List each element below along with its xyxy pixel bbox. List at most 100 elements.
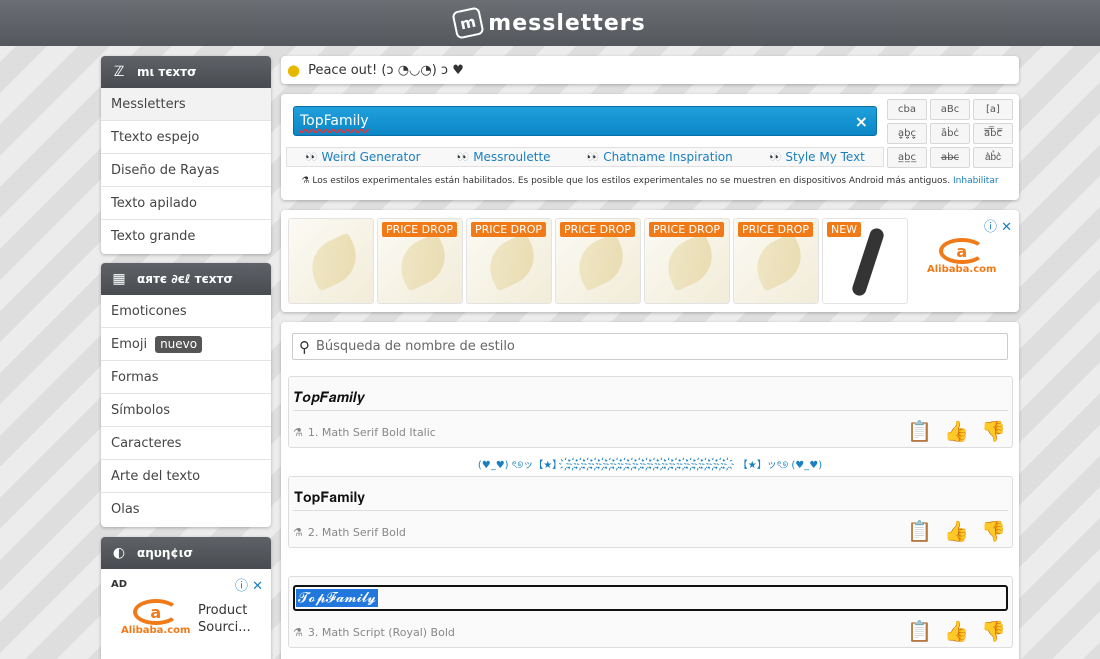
link-style-my-text[interactable]: 👀 Style My Text xyxy=(769,150,865,164)
sidebar-panel-mi-texto: ℤmι тєxтσ Messletters Ttexto espejo Dise… xyxy=(101,56,271,254)
thumbs-up-icon[interactable]: 👍 xyxy=(944,419,969,443)
sidebar-item-formas[interactable]: Formas xyxy=(101,361,271,394)
message-bar: ● Peace out! (ↄ ◔◡◔) ↄ ♥ xyxy=(281,56,1019,84)
ad-product[interactable]: PRICE DROP xyxy=(644,218,730,304)
result-text-selected[interactable]: 𝓣𝓸𝓹𝓕𝓪𝓶𝓲𝓵𝔂 xyxy=(293,585,1008,611)
new-badge: NEW xyxy=(827,222,862,237)
input-value: TopFamily xyxy=(300,113,369,129)
sidebar-item-apilado[interactable]: Texto apilado xyxy=(101,187,271,220)
alibaba-wordmark: Alibaba.com xyxy=(927,264,997,275)
result-text[interactable]: 𝑻𝒐𝒑𝑭𝒂𝒎𝒊𝒍𝒚 xyxy=(293,385,1008,411)
price-drop-badge: PRICE DROP xyxy=(738,222,814,237)
ad-product[interactable]: PRICE DROP xyxy=(377,218,463,304)
toggle-dots-below[interactable]: a̤̥b̤̥c̤̥ xyxy=(887,123,927,144)
sidebar-item-messletters[interactable]: Messletters xyxy=(101,88,271,121)
alibaba-logo[interactable]: a Alibaba.com xyxy=(121,599,190,636)
link-messroulette[interactable]: 👀 Messroulette xyxy=(457,150,551,164)
sidebar-item-texto-espejo[interactable]: Ttexto espejo xyxy=(101,121,271,154)
ad-product[interactable]: NEW xyxy=(822,218,908,304)
link-label: Weird Generator xyxy=(321,150,421,164)
result-footer: ⚗ 2. Math Serif Bold xyxy=(293,517,1008,547)
style-name: 2. Math Serif Bold xyxy=(307,525,406,539)
selected-text: 𝓣𝓸𝓹𝓕𝓪𝓶𝓲𝓵𝔂 xyxy=(296,589,378,607)
toggle-underline[interactable]: a̲b̲c̲ xyxy=(887,147,927,168)
thumbs-down-icon[interactable]: 👎 xyxy=(981,619,1006,643)
thumbs-down-icon[interactable]: 👎 xyxy=(981,419,1006,443)
result-actions: 📋 👍 👎 xyxy=(907,619,1006,643)
site-logo[interactable]: m messletters xyxy=(451,6,646,40)
ad-product[interactable]: PRICE DROP xyxy=(466,218,552,304)
utensil-image xyxy=(850,226,886,298)
generator-links: 👀 Weird Generator 👀 Messroulette 👀 Chatname… xyxy=(286,147,884,167)
lightbulb-icon: ● xyxy=(287,61,301,79)
toggle-wave[interactable]: a͛b͛c͛ xyxy=(973,147,1013,168)
utensil-image xyxy=(569,232,633,292)
toggle-brackets[interactable]: [a] xyxy=(973,99,1013,120)
copy-icon[interactable]: 📋 xyxy=(907,619,932,643)
top-bar: m messletters xyxy=(0,0,1100,46)
site-name: messletters xyxy=(488,10,646,36)
utensil-image xyxy=(747,232,811,292)
utensil-image xyxy=(658,232,722,292)
ad-product[interactable]: PRICE DROP xyxy=(733,218,819,304)
experimental-note: ⚗ Los estilos experimentales están habil… xyxy=(281,176,1019,186)
alibaba-logo[interactable]: a Alibaba.com xyxy=(927,238,996,275)
sidebar-item-grande[interactable]: Texto grande xyxy=(101,220,271,253)
result-text[interactable]: 𝐓𝐨𝐩𝐅𝐚𝐦𝐢𝐥𝐲 xyxy=(293,485,1008,511)
search-placeholder: Búsqueda de nombre de estilo xyxy=(316,339,515,354)
result-card: 𝓣𝓸𝓹𝓕𝓪𝓶𝓲𝓵𝔂 ⚗ 3. Math Script (Royal) Bold 📋… xyxy=(288,576,1013,648)
ad-text[interactable]: Product Sourci... xyxy=(198,602,262,636)
ad-product[interactable] xyxy=(288,218,374,304)
sidebar-header: ℤmι тєxтσ xyxy=(101,56,271,88)
eyes-icon: 👀 xyxy=(768,151,782,163)
link-label: Messroulette xyxy=(473,150,551,164)
utensil-image xyxy=(302,232,366,292)
sidebar-title: αηυη¢ισ xyxy=(137,546,193,560)
flask-icon: ⚗ xyxy=(293,625,303,639)
result-footer: ⚗ 1. Math Serif Bold Italic xyxy=(293,417,1008,447)
eyes-icon: 👀 xyxy=(586,151,600,163)
result-card: 𝑻𝒐𝒑𝑭𝒂𝒎𝒊𝒍𝒚 ⚗ 1. Math Serif Bold Italic 📋 👍 👎 xyxy=(288,376,1013,448)
style-search-input[interactable]: ⚲ Búsqueda de nombre de estilo xyxy=(292,333,1008,360)
sidebar-item-caracteres[interactable]: Caracteres xyxy=(101,427,271,460)
sidebar-item-emoticones[interactable]: Emoticones xyxy=(101,295,271,328)
utensil-image xyxy=(391,232,455,292)
sidebar-item-emoji[interactable]: Emoji nuevo xyxy=(101,328,271,361)
grid-icon: ▦ xyxy=(112,271,126,287)
toggle-dots-above[interactable]: ȁḃċ xyxy=(930,123,970,144)
toggle-reverse[interactable]: cba xyxy=(887,99,927,120)
ad-controls[interactable]: ⓘ ✕ xyxy=(984,216,1012,235)
text-input[interactable]: TopFamily × xyxy=(293,106,877,136)
link-weird-generator[interactable]: 👀 Weird Generator xyxy=(305,150,420,164)
price-drop-badge: PRICE DROP xyxy=(471,222,547,237)
ad-product[interactable]: PRICE DROP xyxy=(555,218,641,304)
sidebar-title: mι тєxтσ xyxy=(137,65,197,79)
disable-link[interactable]: Inhabilitar xyxy=(953,176,999,186)
toggle-alternate-case[interactable]: aBc xyxy=(930,99,970,120)
sidebar-item-rayas[interactable]: Diseño de Rayas xyxy=(101,154,271,187)
copy-icon[interactable]: 📋 xyxy=(907,519,932,543)
style-name: 3. Math Script (Royal) Bold xyxy=(307,625,455,639)
flask-icon: ⚗ xyxy=(301,176,310,186)
m-logo-icon: m xyxy=(451,6,485,40)
sidebar-item-simbolos[interactable]: Símbolos xyxy=(101,394,271,427)
clear-icon[interactable]: × xyxy=(855,112,868,131)
result-actions: 📋 👍 👎 xyxy=(907,419,1006,443)
toggle-overline[interactable]: a̿b̿c̿ xyxy=(973,123,1013,144)
flask-icon: ⚗ xyxy=(293,425,303,439)
result-card: 𝐓𝐨𝐩𝐅𝐚𝐦𝐢𝐥𝐲 ⚗ 2. Math Serif Bold 📋 👍 👎 xyxy=(288,476,1013,548)
results-panel: ⚲ Búsqueda de nombre de estilo 𝑻𝒐𝒑𝑭𝒂𝒎𝒊𝒍𝒚… xyxy=(281,322,1019,659)
thumbs-up-icon[interactable]: 👍 xyxy=(944,519,969,543)
thumbs-down-icon[interactable]: 👎 xyxy=(981,519,1006,543)
sidebar-item-label: Emoji xyxy=(111,336,148,352)
ad-banner: AD PRICE DROP PRICE DROP PRICE DROP PRIC… xyxy=(281,210,1019,312)
link-chatname-inspiration[interactable]: 👀 Chatname Inspiration xyxy=(587,150,733,164)
ad-controls[interactable]: ⓘ ✕ xyxy=(235,575,263,594)
ad-tag: AD xyxy=(111,579,128,590)
sidebar-item-arte[interactable]: Arte del texto xyxy=(101,460,271,493)
copy-icon[interactable]: 📋 xyxy=(907,419,932,443)
thumbs-up-icon[interactable]: 👍 xyxy=(944,619,969,643)
z-icon: ℤ xyxy=(113,64,125,80)
sidebar-item-olas[interactable]: Olas xyxy=(101,493,271,526)
toggle-strikethrough[interactable]: a̶b̶c̶ xyxy=(930,147,970,168)
